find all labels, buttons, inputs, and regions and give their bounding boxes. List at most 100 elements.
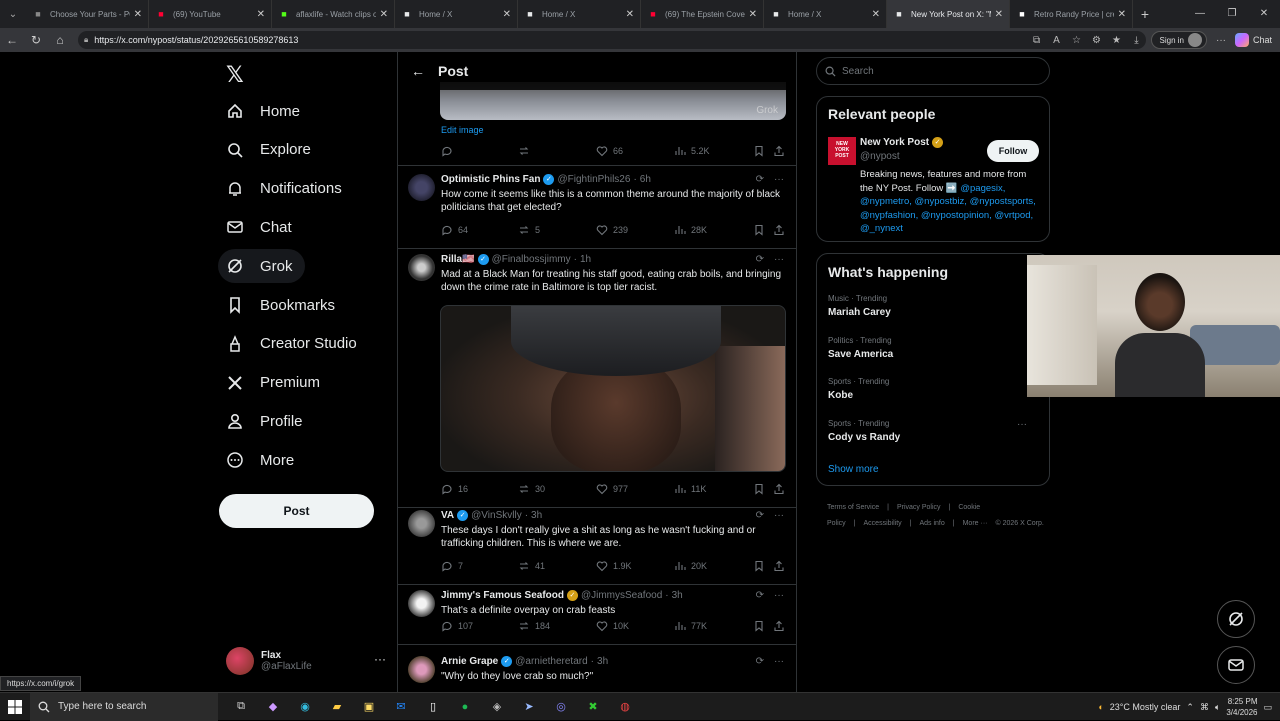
close-tab-icon[interactable]: ✕ [380,9,388,20]
trend-item[interactable]: Sports · Trending Cody vs Randy [828,419,900,443]
new-tab-button[interactable]: + [1133,6,1157,22]
bio-link[interactable]: @pagesix, [960,183,1005,194]
edit-image-link[interactable]: Edit image [441,125,484,135]
reply-button[interactable]: 7 [441,560,463,572]
avatar[interactable] [408,174,435,201]
browser-tab[interactable]: ■ Home / X ✕ [518,0,641,28]
show-more-link[interactable]: Show more [828,464,879,475]
trend-more-icon[interactable]: ··· [1017,419,1027,430]
more-icon[interactable]: ··· [374,652,386,666]
repost-button[interactable]: 5 [518,224,540,236]
grok-explain-icon[interactable]: ⟳ [756,174,764,185]
close-tab-icon[interactable]: ✕ [995,9,1003,20]
like-button[interactable]: 239 [596,224,628,236]
app-icon[interactable]: ◍ [616,698,634,716]
repost-button[interactable]: 41 [518,560,545,572]
close-window-icon[interactable]: ✕ [1248,0,1280,28]
settings-more-icon[interactable]: ··· [1211,35,1231,46]
volume-icon[interactable]: 🔈︎ [1215,702,1220,713]
reload-icon[interactable]: ↻ [24,33,48,47]
footer-link[interactable]: Terms of Service [827,504,879,511]
extensions-icon[interactable]: ⚙ [1087,35,1107,46]
grok-explain-icon[interactable]: ⟳ [756,590,764,601]
avatar[interactable] [408,254,435,281]
author-handle[interactable]: @FightinPhils26 [557,174,630,185]
footer-link[interactable]: Privacy Policy [897,504,941,511]
browser-tab[interactable]: ■ Home / X ✕ [764,0,887,28]
author-name[interactable]: VA [441,510,454,521]
like-button[interactable]: 10K [596,620,629,632]
bio-link[interactable]: @_nynext [860,223,903,234]
nav-item-grok[interactable]: Grok [218,249,305,284]
share-button[interactable] [773,145,785,157]
weather-text[interactable]: 23°C Mostly clear [1110,702,1181,712]
nav-item-chat[interactable]: Chat [218,210,304,244]
author-name[interactable]: Optimistic Phins Fan [441,174,540,185]
minimize-icon[interactable]: — [1184,0,1216,28]
close-tab-icon[interactable]: ✕ [257,9,265,20]
bio-link[interactable]: @nypostbiz, [915,196,967,207]
reply-button[interactable] [441,145,458,157]
like-button[interactable]: 66 [596,145,623,157]
footer-link[interactable]: Ads info [919,520,944,527]
nav-item-home[interactable]: Home [218,94,312,128]
author-name[interactable]: Arnie Grape [441,656,498,667]
nav-item-bookmarks[interactable]: Bookmarks [218,288,347,322]
post-time[interactable]: 3h [597,656,608,667]
footer-link[interactable]: © 2026 X Corp. [995,520,1043,527]
clock[interactable]: 8:25 PM 3/4/2026 [1226,696,1257,718]
site-info-icon[interactable]: 🔒︎ [84,35,88,45]
nav-item-more[interactable]: More [218,443,306,477]
browser-tab[interactable]: ■ (69) The Epstein Covera ✕ [641,0,764,28]
grok-explain-icon[interactable]: ⟳ [756,656,764,667]
close-tab-icon[interactable]: ✕ [749,9,757,20]
close-tab-icon[interactable]: ✕ [1118,9,1126,20]
grok-explain-icon[interactable]: ⟳ [756,510,764,521]
reply-button[interactable]: 16 [441,483,468,495]
follow-button[interactable]: Follow [987,140,1039,162]
nav-item-profile[interactable]: Profile [218,404,315,438]
browser-tab[interactable]: ■ aflaxlife - Watch clips o ✕ [272,0,395,28]
bio-link[interactable]: @vrtpod, [994,210,1033,221]
author-handle[interactable]: @VinSkvlly [471,510,522,521]
repost-button[interactable]: 184 [518,620,550,632]
post-time[interactable]: 1h [580,254,591,265]
more-icon[interactable]: ··· [774,254,784,265]
close-tab-icon[interactable]: ✕ [503,9,511,20]
bookmark-button[interactable] [753,560,765,572]
bio-link[interactable]: @nypfashion, [860,210,918,221]
views-button[interactable]: 11K [674,483,706,495]
app-available-icon[interactable]: ⧉ [1027,35,1047,46]
notifications-icon[interactable]: ▭ [1263,702,1272,713]
reply-button[interactable]: 107 [441,620,473,632]
network-icon[interactable]: ⌘ [1200,702,1209,713]
app-icon[interactable]: ◈ [488,698,506,716]
close-tab-icon[interactable]: ✕ [134,9,142,20]
favorite-star-icon[interactable]: ☆ [1067,35,1087,46]
grok-explain-icon[interactable]: ⟳ [756,254,764,265]
browser-tab[interactable]: ■ (69) YouTube ✕ [149,0,272,28]
avatar[interactable] [408,656,435,683]
bio-link[interactable]: @nypostopinion, [921,210,992,221]
store-icon[interactable]: ▣ [360,698,378,716]
address-bar[interactable]: 🔒︎ https://x.com/nypost/status/202926561… [78,31,1146,49]
views-button[interactable]: 77K [674,620,707,632]
browser-tab[interactable]: ■ Choose Your Parts - PC ✕ [26,0,149,28]
tray-chevron-icon[interactable]: ⌃ [1186,702,1194,713]
windows-start-icon[interactable] [0,699,30,714]
share-button[interactable] [773,483,785,495]
footer-link[interactable]: More ··· [963,520,988,527]
copilot-chat-button[interactable]: Chat [1234,33,1272,47]
weather-icon[interactable]: ◐ [1098,702,1103,712]
more-icon[interactable]: ··· [774,510,784,521]
more-icon[interactable]: ··· [774,656,784,667]
bio-link[interactable]: @nypostsports, [970,196,1036,207]
views-button[interactable]: 28K [674,224,707,236]
more-icon[interactable]: ··· [774,590,784,601]
spotify-icon[interactable]: ● [456,698,474,716]
author-handle[interactable]: @Finalbossjimmy [492,254,571,265]
bookmark-button[interactable] [753,224,765,236]
edge-icon[interactable]: ◉ [296,698,314,716]
avatar[interactable] [408,590,435,617]
back-arrow-icon[interactable]: ← [398,63,438,79]
